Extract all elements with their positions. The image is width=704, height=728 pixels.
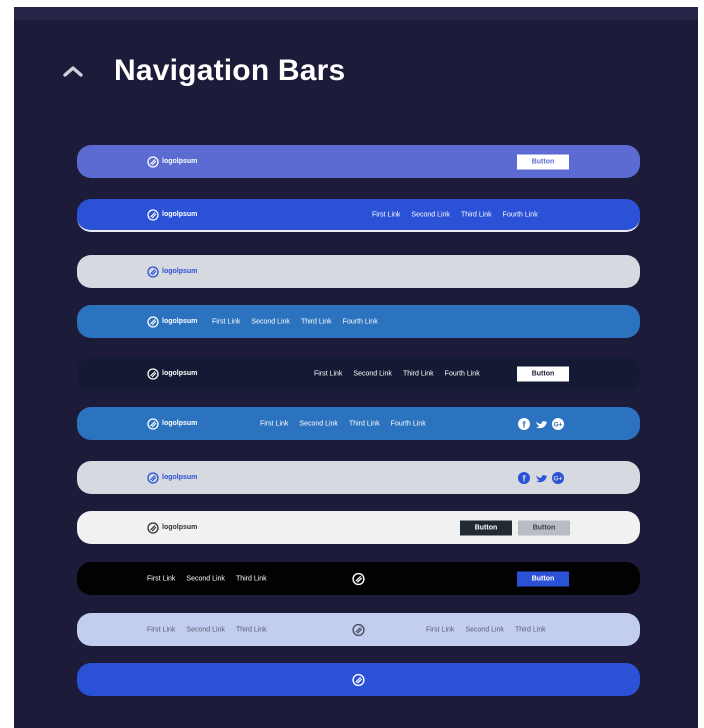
nav-links: First Link Second Link Third Link [147, 575, 278, 582]
logo-icon[interactable] [352, 673, 365, 686]
nav-link-third[interactable]: Third Link [236, 575, 267, 582]
logo-icon [147, 367, 159, 380]
section-header[interactable]: Navigation Bars [62, 49, 345, 93]
navbar-8: logolpsum Button Button [77, 511, 640, 544]
navbar-7: logolpsum f G+ [77, 461, 640, 494]
nav-links-left: First Link Second Link Third Link [147, 626, 278, 633]
logo[interactable]: logolpsum [147, 471, 198, 484]
navbar-4: logolpsum First Link Second Link Third L… [77, 305, 640, 338]
nav-link-first[interactable]: First Link [260, 420, 288, 427]
logo-icon [147, 208, 159, 221]
nav-link-first[interactable]: First Link [147, 626, 175, 633]
logo-icon [147, 521, 159, 534]
logo-icon [147, 417, 159, 430]
nav-links: First Link Second Link Third Link Fourth… [314, 370, 484, 377]
navbar-button-dark[interactable]: Button [460, 520, 512, 535]
nav-link-first[interactable]: First Link [372, 211, 400, 218]
navbar-10: First Link Second Link Third Link First … [77, 613, 640, 646]
logo[interactable]: logolpsum [147, 521, 198, 534]
nav-link-third[interactable]: Third Link [349, 420, 380, 427]
logo-text: logolpsum [162, 370, 198, 377]
nav-link-fourth[interactable]: Fourth Link [503, 211, 538, 218]
nav-link-second[interactable]: Second Link [353, 370, 392, 377]
navbar-9: First Link Second Link Third Link Button [77, 562, 640, 595]
navbar-button[interactable]: Button [517, 571, 569, 586]
nav-link-second[interactable]: Second Link [299, 420, 338, 427]
logo[interactable]: logolpsum [147, 265, 198, 278]
facebook-icon[interactable]: f [518, 471, 530, 484]
panel-top-strip [14, 7, 698, 20]
logo-text: logolpsum [162, 211, 198, 218]
google-plus-icon[interactable]: G+ [552, 471, 564, 484]
nav-link-third[interactable]: Third Link [403, 370, 434, 377]
navigation-bars-panel: Navigation Bars logolpsum Button logolps… [14, 7, 698, 728]
facebook-icon[interactable]: f [518, 417, 530, 430]
twitter-icon[interactable] [535, 418, 547, 430]
navbar-2: logolpsum First Link Second Link Third L… [77, 199, 640, 232]
logo-text: logolpsum [162, 474, 198, 481]
logo-icon [147, 471, 159, 484]
nav-link-third[interactable]: Third Link [461, 211, 492, 218]
navbar-button[interactable]: Button [517, 154, 569, 169]
logo-icon [147, 315, 159, 328]
navbar-button[interactable]: Button [517, 366, 569, 381]
logo-icon [147, 155, 159, 168]
logo-icon[interactable] [352, 623, 365, 636]
nav-link-third[interactable]: Third Link [301, 318, 332, 325]
navbar-5: logolpsum First Link Second Link Third L… [77, 357, 640, 390]
nav-link-fourth[interactable]: Fourth Link [343, 318, 378, 325]
nav-link-second[interactable]: Second Link [251, 318, 290, 325]
nav-link-fourth[interactable]: Fourth Link [445, 370, 480, 377]
logo[interactable]: logolpsum [147, 367, 198, 380]
logo[interactable]: logolpsum [147, 208, 198, 221]
logo-text: logolpsum [162, 420, 198, 427]
svg-text:G+: G+ [554, 421, 563, 428]
logo[interactable]: logolpsum [147, 315, 198, 328]
nav-link-first[interactable]: First Link [147, 575, 175, 582]
logo[interactable]: logolpsum [147, 155, 198, 168]
nav-links: First Link Second Link Third Link Fourth… [212, 318, 389, 325]
logo[interactable]: logolpsum [147, 417, 198, 430]
twitter-icon[interactable] [535, 472, 547, 484]
nav-link-second[interactable]: Second Link [186, 575, 225, 582]
nav-link-first[interactable]: First Link [426, 626, 454, 633]
logo-icon [147, 265, 159, 278]
nav-links: First Link Second Link Third Link Fourth… [260, 420, 437, 427]
nav-link-second[interactable]: Second Link [465, 626, 504, 633]
navbar-3: logolpsum [77, 255, 640, 288]
nav-link-third[interactable]: Third Link [236, 626, 267, 633]
logo-text: logolpsum [162, 318, 198, 325]
logo-text: logolpsum [162, 524, 198, 531]
navbar-6: logolpsum First Link Second Link Third L… [77, 407, 640, 440]
nav-link-second[interactable]: Second Link [186, 626, 225, 633]
navbar-button-light[interactable]: Button [518, 520, 570, 535]
google-plus-icon[interactable]: G+ [552, 417, 564, 430]
navbar-11 [77, 663, 640, 696]
logo-text: logolpsum [162, 268, 198, 275]
nav-link-second[interactable]: Second Link [411, 211, 450, 218]
chevron-up-icon[interactable] [62, 61, 90, 81]
nav-links-right: First Link Second Link Third Link [426, 626, 557, 633]
social-links: f G+ [518, 417, 564, 430]
navbar-1: logolpsum Button [77, 145, 640, 178]
social-links: f G+ [518, 471, 564, 484]
nav-link-fourth[interactable]: Fourth Link [391, 420, 426, 427]
nav-links: First Link Second Link Third Link Fourth… [372, 211, 549, 218]
section-title: Navigation Bars [114, 54, 346, 87]
nav-link-first[interactable]: First Link [314, 370, 342, 377]
nav-link-first[interactable]: First Link [212, 318, 240, 325]
logo-icon[interactable] [352, 572, 365, 585]
svg-text:G+: G+ [554, 475, 563, 482]
nav-link-third[interactable]: Third Link [515, 626, 546, 633]
logo-text: logolpsum [162, 158, 198, 165]
